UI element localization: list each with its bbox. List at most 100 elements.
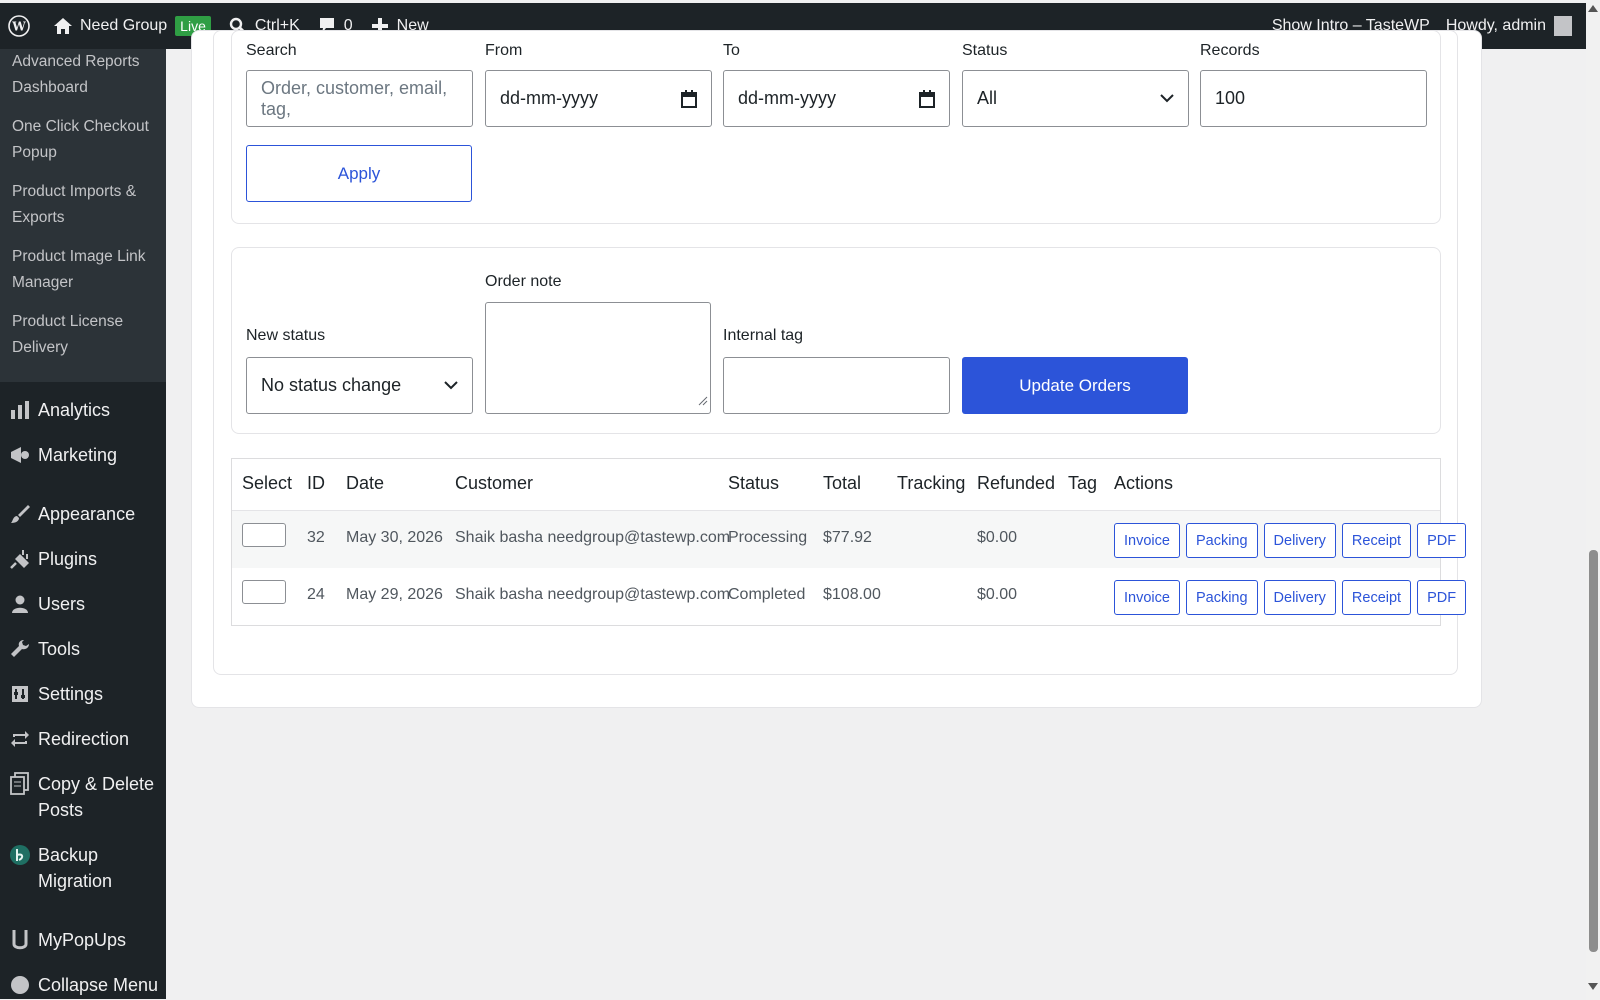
menu-item-label: Users bbox=[38, 594, 86, 614]
invoice-button[interactable]: Invoice bbox=[1114, 580, 1180, 615]
orders-table: Select ID Date Customer Status Total Tra… bbox=[231, 458, 1467, 626]
order-date: May 29, 2026 bbox=[346, 586, 443, 603]
new-status-value: No status change bbox=[261, 375, 402, 395]
scroll-down-icon[interactable] bbox=[1588, 983, 1598, 990]
menu-item-backup-migration[interactable]: Backup Migration bbox=[0, 833, 166, 904]
menu-item-collapse[interactable]: Collapse Menu bbox=[0, 963, 166, 999]
menu-item-settings[interactable]: Settings bbox=[0, 672, 166, 717]
backup-icon bbox=[8, 842, 32, 868]
submenu-item-advanced-reports[interactable]: Advanced Reports Dashboard bbox=[0, 49, 166, 114]
invoice-button[interactable]: Invoice bbox=[1114, 523, 1180, 558]
from-date-input[interactable]: dd-mm-yyyy bbox=[485, 70, 712, 127]
pdf-button[interactable]: PDF bbox=[1417, 523, 1467, 558]
order-note-label: Order note bbox=[485, 273, 562, 290]
wordpress-icon: W bbox=[8, 15, 30, 37]
column-header-tracking: Tracking bbox=[897, 473, 966, 493]
update-orders-button[interactable]: Update Orders bbox=[962, 357, 1188, 414]
to-label: To bbox=[723, 42, 740, 59]
plug-icon bbox=[8, 546, 32, 572]
row-select-checkbox[interactable] bbox=[242, 523, 286, 547]
order-refunded: $0.00 bbox=[977, 586, 1018, 603]
chevron-down-icon bbox=[1160, 94, 1174, 103]
menu-item-plugins[interactable]: Plugins bbox=[0, 537, 166, 582]
column-header-total: Total bbox=[823, 473, 862, 493]
menu-item-marketing[interactable]: Marketing bbox=[0, 433, 166, 478]
new-status-select[interactable]: No status change bbox=[246, 357, 473, 414]
megaphone-icon bbox=[8, 442, 32, 468]
chevron-down-icon bbox=[444, 381, 458, 390]
submenu-item-product-license[interactable]: Product License Delivery bbox=[0, 309, 166, 374]
packing-button[interactable]: Packing bbox=[1185, 580, 1258, 615]
wrench-icon bbox=[8, 636, 32, 662]
delivery-button[interactable]: Delivery bbox=[1263, 580, 1336, 615]
submenu-item-product-image-link[interactable]: Product Image Link Manager bbox=[0, 244, 166, 309]
row-actions: Invoice Packing Delivery Receipt PDF bbox=[1114, 523, 1467, 558]
internal-tag-input[interactable] bbox=[723, 357, 950, 414]
menu-item-users[interactable]: Users bbox=[0, 582, 166, 627]
records-value: 100 bbox=[1215, 88, 1246, 108]
site-name: Need Group bbox=[80, 17, 168, 34]
popup-icon bbox=[8, 927, 32, 953]
column-header-actions: Actions bbox=[1114, 473, 1174, 493]
calendar-icon[interactable] bbox=[919, 89, 935, 108]
receipt-button[interactable]: Receipt bbox=[1341, 523, 1412, 558]
menu-item-copy-delete-posts[interactable]: Copy & Delete Posts bbox=[0, 762, 166, 833]
column-header-date: Date bbox=[346, 473, 385, 493]
order-note-textarea[interactable] bbox=[485, 302, 711, 414]
redirect-icon bbox=[8, 726, 32, 752]
submenu-item-product-imports[interactable]: Product Imports & Exports bbox=[0, 179, 166, 244]
status-select[interactable]: All bbox=[962, 70, 1189, 127]
calendar-icon[interactable] bbox=[681, 89, 697, 108]
search-input[interactable]: Order, customer, email, tag, bbox=[246, 70, 473, 127]
menu-item-mypopups[interactable]: MyPopUps bbox=[0, 918, 166, 963]
order-total: $77.92 bbox=[823, 529, 872, 546]
scrollbar-thumb[interactable] bbox=[1589, 550, 1598, 952]
column-header-customer: Customer bbox=[455, 473, 534, 493]
status-label: Status bbox=[962, 42, 1008, 59]
records-input[interactable]: 100 bbox=[1200, 70, 1427, 127]
wordpress-logo[interactable]: W bbox=[0, 3, 44, 49]
copy-icon bbox=[8, 771, 32, 797]
pdf-button[interactable]: PDF bbox=[1417, 580, 1467, 615]
order-id: 24 bbox=[307, 586, 325, 603]
row-actions: Invoice Packing Delivery Receipt PDF bbox=[1114, 580, 1467, 615]
table-row: 24 May 29, 2026 Shaik basha needgroup@ta… bbox=[232, 568, 1467, 625]
menu-item-label: Appearance bbox=[38, 504, 136, 524]
submenu-item-one-click-checkout[interactable]: One Click Checkout Popup bbox=[0, 114, 166, 179]
to-date-value: dd-mm-yyyy bbox=[738, 88, 836, 108]
from-label: From bbox=[485, 42, 523, 59]
delivery-button[interactable]: Delivery bbox=[1263, 523, 1336, 558]
order-status: Processing bbox=[728, 529, 808, 546]
internal-tag-label: Internal tag bbox=[723, 327, 804, 344]
menu-item-label: Collapse Menu bbox=[38, 975, 159, 995]
resize-handle-icon[interactable] bbox=[698, 393, 708, 411]
page-scrollbar[interactable] bbox=[1586, 0, 1600, 1000]
scroll-up-icon[interactable] bbox=[1588, 5, 1598, 12]
receipt-button[interactable]: Receipt bbox=[1341, 580, 1412, 615]
packing-button[interactable]: Packing bbox=[1185, 523, 1258, 558]
order-date: May 30, 2026 bbox=[346, 529, 443, 546]
main-menu: Analytics Marketing Appearance Plugins U… bbox=[0, 382, 166, 999]
home-icon bbox=[52, 15, 74, 37]
menu-item-label: MyPopUps bbox=[38, 930, 127, 950]
to-date-input[interactable]: dd-mm-yyyy bbox=[723, 70, 950, 127]
row-select-checkbox[interactable] bbox=[242, 580, 286, 604]
svg-text:W: W bbox=[11, 20, 26, 34]
menu-item-analytics[interactable]: Analytics bbox=[0, 388, 166, 433]
order-refunded: $0.00 bbox=[977, 529, 1018, 546]
menu-item-label: Marketing bbox=[38, 445, 118, 465]
settings-icon bbox=[8, 681, 32, 707]
user-icon bbox=[8, 591, 32, 617]
apply-button[interactable]: Apply bbox=[246, 145, 472, 202]
column-header-id: ID bbox=[307, 473, 325, 493]
menu-item-appearance[interactable]: Appearance bbox=[0, 492, 166, 537]
order-customer: Shaik basha needgroup@tastewp.com bbox=[455, 586, 731, 603]
menu-item-label: Plugins bbox=[38, 549, 98, 569]
column-header-tag: Tag bbox=[1068, 473, 1098, 493]
menu-item-tools[interactable]: Tools bbox=[0, 627, 166, 672]
menu-item-label: Copy & Delete Posts bbox=[38, 774, 155, 820]
status-select-value: All bbox=[977, 88, 998, 108]
from-date-value: dd-mm-yyyy bbox=[500, 88, 598, 108]
menu-item-redirection[interactable]: Redirection bbox=[0, 717, 166, 762]
collapse-icon bbox=[8, 972, 32, 998]
